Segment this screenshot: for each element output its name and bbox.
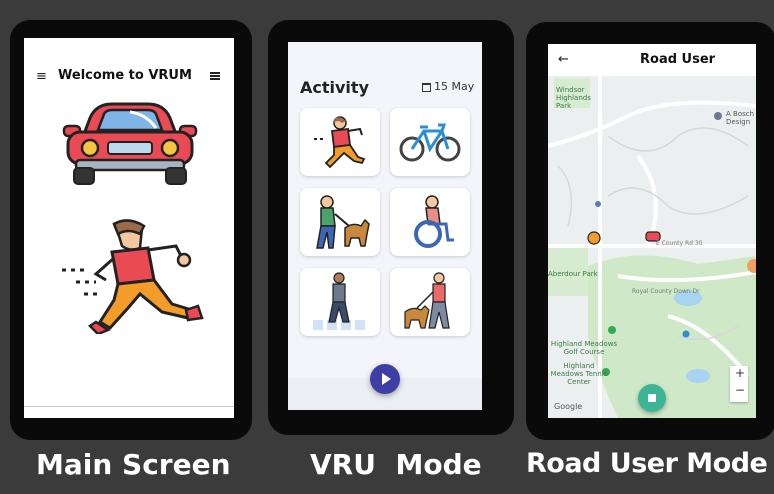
play-icon [382, 373, 391, 385]
page-title: Welcome to VRUM [58, 68, 192, 83]
activity-date: 15 May [434, 80, 475, 93]
running-icon [314, 116, 366, 169]
caption-vru-mode: VRU Mode [310, 448, 482, 481]
caption-main-screen: Main Screen [36, 448, 231, 481]
map-label-park: Aberdour Park [548, 270, 598, 278]
calendar-icon [422, 83, 431, 92]
main-screen-phone: ≡ Welcome to VRUM [10, 20, 252, 440]
tile-dog-walking[interactable] [390, 268, 470, 336]
play-button[interactable] [370, 364, 400, 394]
tile-assisted-walking[interactable] [300, 188, 380, 256]
map-label-golf: Highland Meadows Golf Course [550, 340, 618, 356]
vru-screen: Activity 15 May [288, 42, 482, 410]
map-label-street: E County Rd 30 [656, 240, 703, 247]
pedestrian-icon [313, 272, 365, 330]
main-header: ≡ Welcome to VRUM [24, 66, 234, 86]
back-arrow-icon[interactable]: ← [558, 52, 569, 67]
map-label-poi: A Bosch Design [726, 110, 755, 126]
stop-button[interactable] [638, 384, 666, 412]
car-illustration [62, 102, 198, 185]
google-logo: Google [554, 402, 583, 411]
menu-icon[interactable]: ≡ [36, 69, 47, 84]
runner-illustration [62, 219, 204, 334]
dog-walking-icon [404, 272, 450, 329]
zoom-out-button[interactable]: − [735, 383, 745, 397]
map-label-tennis: Highland Meadows Tennis Center [550, 362, 608, 386]
guide-dog-icon [316, 195, 370, 249]
tile-pedestrian-crossing[interactable] [300, 268, 380, 336]
activity-title: Activity [300, 78, 369, 97]
tile-wheelchair[interactable] [390, 188, 470, 256]
tile-running[interactable] [300, 108, 380, 176]
bottom-divider [24, 406, 234, 407]
road-user-phone: ← Road User Windsor Highlands Park A Bos… [526, 22, 774, 440]
tile-cycling[interactable] [390, 108, 470, 176]
zoom-in-button[interactable]: + [735, 366, 745, 380]
road-user-screen: ← Road User Windsor Highlands Park A Bos… [548, 44, 756, 418]
map-label-street: Royal County Down Dr [632, 288, 700, 295]
main-screen: ≡ Welcome to VRUM [24, 38, 234, 418]
caption-road-user-mode: Road User Mode [526, 448, 768, 479]
zoom-controls: + − [730, 366, 748, 402]
vru-mode-phone: Activity 15 May [268, 20, 514, 435]
page-title: Road User [640, 52, 716, 67]
app-bar: ← Road User [548, 44, 756, 76]
bicycle-icon [399, 123, 461, 162]
wheelchair-icon [414, 195, 454, 248]
stop-icon [648, 394, 656, 402]
map-label-park: Windsor Highlands Park [556, 86, 591, 110]
